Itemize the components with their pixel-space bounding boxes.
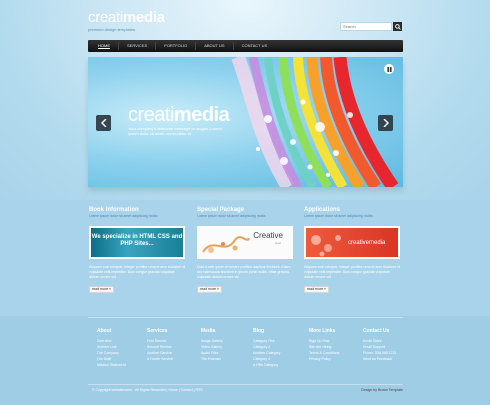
feature-title: Special Package <box>197 207 245 213</box>
decorative-bubbles-graphic <box>311 235 341 257</box>
site-logo[interactable]: creatimedia premium design templates <box>88 9 165 33</box>
feature-image-caption: We specialize in HTML CSS and PHP Sites.… <box>91 234 183 247</box>
footer-column-about: About Overview Another Link Our Company … <box>97 328 126 368</box>
footer-column-title: Services <box>147 328 168 334</box>
main-nav: HOME SERVICES PORTFOLIO ABOUT US CONTACT… <box>88 40 403 52</box>
footer-column-media: Media Image Gallery Video Gallery Audio … <box>201 328 223 362</box>
slider-prev-button[interactable] <box>96 115 111 131</box>
slider-pause-button[interactable] <box>384 64 394 74</box>
feature-book-information: Book Information Lorem ipsum dolor sit a… <box>89 207 189 293</box>
feature-title: Applications <box>304 207 341 213</box>
feature-image-caption: Creative <box>253 231 283 240</box>
footer-link[interactable]: The Podcast <box>201 356 223 362</box>
copyright-text: © Copyright websitename . All Rights Res… <box>92 388 203 392</box>
chevron-right-icon <box>382 119 389 127</box>
feature-special-package: Special Package Lorem ipsum dolor sit am… <box>197 207 297 293</box>
feature-applications: Applications Lorem ipsum dolor sit amet … <box>304 207 404 293</box>
slider-next-button[interactable] <box>378 115 393 131</box>
feature-image-caption: creativemedia <box>348 240 386 246</box>
footer-column-contact-us: Contact Us Email Sales Email Support Pho… <box>363 328 396 362</box>
pause-icon <box>386 66 392 72</box>
footer-column-services: Services First Service Second Service An… <box>147 328 173 362</box>
feature-subtitle: Lorem ipsum dolor sit amet adipiscing mo… <box>304 214 373 218</box>
feature-title: Book Information <box>89 207 139 213</box>
feature-image[interactable]: creativemedia <box>304 226 400 259</box>
read-more-button[interactable]: read more » <box>197 286 222 293</box>
feature-subtitle: Lorem ipsum dolor sit amet adipiscing mo… <box>197 214 266 218</box>
feature-text: Aliquam erat volutpat. Integer porttitor… <box>304 265 400 279</box>
feature-text: Aliquam erat volutpat. Integer porttitor… <box>89 265 185 279</box>
nav-home[interactable]: HOME <box>90 40 118 52</box>
footer-column-title: Blog <box>253 328 265 334</box>
feature-text: Duis a velit ipsum et ornare porttitor d… <box>197 265 291 279</box>
feature-subtitle: Lorem ipsum dolor sit amet adipiscing mo… <box>89 214 158 218</box>
slider-message: Your company's welcome message or slogan… <box>128 126 222 136</box>
feature-image[interactable]: Creative pixel <box>197 226 293 259</box>
decorative-swirl-graphic <box>202 236 250 253</box>
feature-image-subcaption: pixel <box>274 241 281 245</box>
page-wrapper: creatimedia premium design templates HOM… <box>0 0 490 405</box>
feature-image[interactable]: We specialize in HTML CSS and PHP Sites.… <box>89 226 185 259</box>
search-icon <box>394 23 401 30</box>
logo-tagline: premium design templates <box>88 27 135 32</box>
footer-link[interactable]: A Fifth Category <box>253 362 280 368</box>
footer-column-title: Media <box>201 328 216 334</box>
design-credit[interactable]: Design by Brown Template <box>361 388 403 392</box>
slider-logo: creatimedia <box>128 104 230 126</box>
footer-link[interactable]: A Fourth Service <box>147 356 173 362</box>
search-input[interactable] <box>340 22 392 31</box>
copyright-bar: © Copyright websitename . All Rights Res… <box>88 384 403 396</box>
logo-text: creatimedia <box>88 9 165 26</box>
read-more-button[interactable]: read more » <box>304 286 329 293</box>
footer-column-title: More Links <box>309 328 336 334</box>
nav-about-us[interactable]: ABOUT US <box>196 40 232 52</box>
chevron-left-icon <box>100 119 107 127</box>
nav-services[interactable]: SERVICES <box>119 40 155 52</box>
search-bar <box>340 22 402 31</box>
footer-column-title: About <box>97 328 112 334</box>
search-button[interactable] <box>393 22 402 31</box>
footer-link[interactable]: Privacy Policy <box>309 356 339 362</box>
nav-portfolio[interactable]: PORTFOLIO <box>156 40 195 52</box>
footer-link[interactable]: Mission Statement <box>97 362 126 368</box>
footer-column-blog: Blog Category One Category 2 Another Cat… <box>253 328 280 368</box>
hero-slider: creatimedia Your company's welcome messa… <box>88 57 403 187</box>
footer-column-more-links: More Links Sign Up Now Site Are Hiring T… <box>309 328 339 362</box>
footer-link[interactable]: Send us Feedback <box>363 356 396 362</box>
footer-divider <box>88 317 403 318</box>
nav-contact-us[interactable]: CONTACT US <box>234 40 276 52</box>
read-more-button[interactable]: read more » <box>89 286 114 293</box>
footer-column-title: Contact Us <box>363 328 390 334</box>
